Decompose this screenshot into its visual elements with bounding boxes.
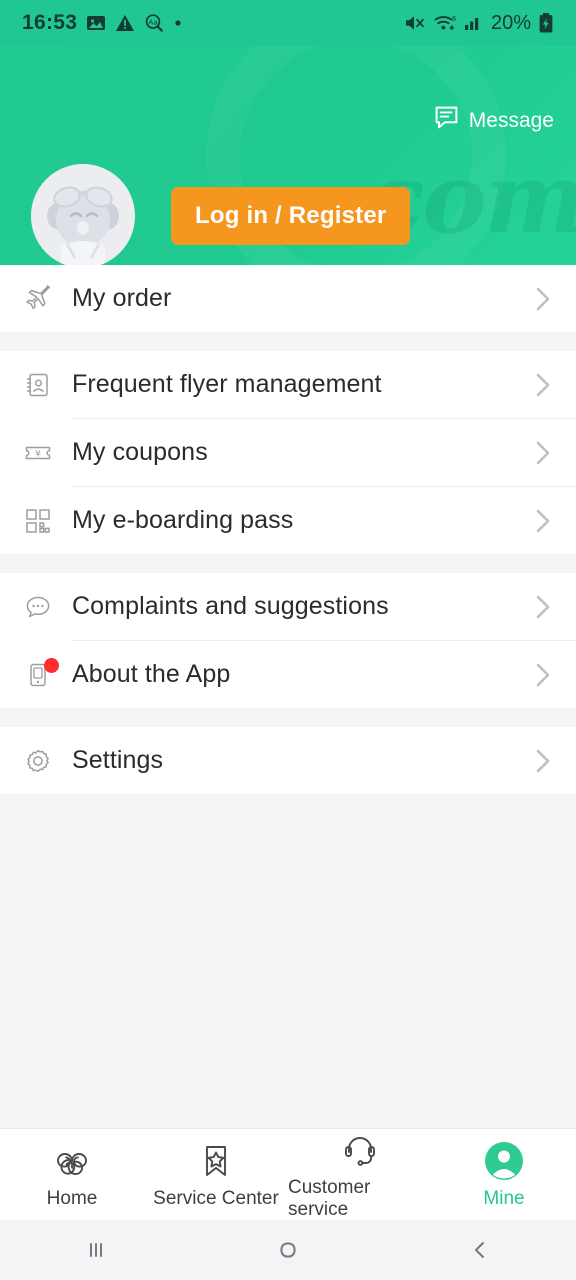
tab-home[interactable]: Home xyxy=(0,1140,144,1210)
coupon-ticket-icon: ¥ xyxy=(20,438,56,468)
chat-bubble-icon xyxy=(20,592,56,622)
airplane-icon xyxy=(20,284,56,314)
home-icon[interactable] xyxy=(192,1234,384,1266)
tab-customer-service[interactable]: Customer service xyxy=(288,1129,432,1221)
chevron-right-icon xyxy=(532,660,554,690)
menu-item-my-coupons[interactable]: ¥ My coupons xyxy=(0,419,576,486)
message-button[interactable]: Message xyxy=(433,104,554,137)
menu-group-settings: Settings xyxy=(0,727,576,794)
menu-item-label: Complaints and suggestions xyxy=(72,592,389,620)
svg-text:6: 6 xyxy=(452,15,456,23)
menu-item-my-order[interactable]: My order xyxy=(0,265,576,332)
chevron-right-icon xyxy=(532,506,554,536)
menu-group-travel: Frequent flyer management ¥ My coupons M… xyxy=(0,351,576,554)
message-label: Message xyxy=(468,108,554,132)
recents-icon[interactable] xyxy=(0,1234,192,1266)
group-separator xyxy=(0,708,576,727)
menu-group-support: Complaints and suggestions About the App xyxy=(0,573,576,708)
chevron-right-icon xyxy=(532,370,554,400)
message-icon xyxy=(433,104,460,137)
tab-label: Customer service xyxy=(288,1176,371,1220)
battery-charging-icon xyxy=(538,12,554,34)
status-bar: 16:53 Aa 6 20% xyxy=(0,0,576,46)
bottom-tab-bar: Home Service Center Customer service Min… xyxy=(0,1128,576,1220)
triple-spiral-icon xyxy=(52,1140,92,1182)
chevron-right-icon xyxy=(532,438,554,468)
app-screen: 16:53 Aa 6 20% .com Message Log in / Reg… xyxy=(0,0,576,1280)
chevron-right-icon xyxy=(532,592,554,622)
cellular-signal-icon xyxy=(464,13,484,33)
chevron-right-icon xyxy=(532,746,554,776)
image-icon xyxy=(86,13,106,33)
back-icon[interactable] xyxy=(384,1234,576,1266)
menu-item-label: My order xyxy=(72,284,172,312)
mute-icon xyxy=(404,13,426,33)
headset-icon xyxy=(340,1129,380,1171)
chevron-right-icon xyxy=(532,284,554,314)
menu-item-label: My e-boarding pass xyxy=(72,506,294,534)
menu-item-frequent-flyer-management[interactable]: Frequent flyer management xyxy=(0,351,576,418)
menu-item-my-e-boarding-pass[interactable]: My e-boarding pass xyxy=(0,487,576,554)
menu-item-label: About the App xyxy=(72,660,231,688)
menu-item-label: Frequent flyer management xyxy=(72,370,382,398)
tab-service-center[interactable]: Service Center xyxy=(144,1140,288,1210)
login-register-button[interactable]: Log in / Register xyxy=(171,187,411,245)
wifi-icon: 6 xyxy=(433,13,457,33)
tab-label: Mine xyxy=(483,1187,525,1209)
svg-text:Aa: Aa xyxy=(149,19,158,27)
tab-label: Home xyxy=(46,1187,98,1209)
profile-row: Log in / Register xyxy=(0,164,576,265)
group-separator xyxy=(0,332,576,351)
dot-icon xyxy=(173,18,183,28)
qr-code-icon xyxy=(20,506,56,536)
avatar[interactable] xyxy=(31,164,135,265)
contact-book-icon xyxy=(20,370,56,400)
bookmark-star-icon xyxy=(196,1140,236,1182)
menu-item-settings[interactable]: Settings xyxy=(0,727,576,794)
android-navigation-bar xyxy=(0,1220,576,1280)
svg-text:¥: ¥ xyxy=(35,449,41,459)
group-separator xyxy=(0,554,576,573)
menu-item-label: Settings xyxy=(72,746,164,774)
warning-icon xyxy=(115,13,135,33)
avatar-illustration xyxy=(31,164,135,265)
tab-label: Service Center xyxy=(153,1187,279,1209)
text-magnifier-icon: Aa xyxy=(144,13,164,33)
user-avatar-icon xyxy=(483,1140,525,1182)
status-bar-left: 16:53 Aa xyxy=(22,11,183,35)
menu-item-about-the-app[interactable]: About the App xyxy=(0,641,576,708)
battery-percent-label: 20% xyxy=(490,11,531,34)
menu-item-complaints-and-suggestions[interactable]: Complaints and suggestions xyxy=(0,573,576,640)
notification-badge-dot xyxy=(44,657,59,673)
status-bar-clock: 16:53 xyxy=(22,11,78,34)
gear-icon xyxy=(20,746,56,776)
menu-list: My order Frequent flyer management ¥ My … xyxy=(0,265,576,1128)
menu-item-label: My coupons xyxy=(72,438,208,466)
mobile-phone-icon xyxy=(20,657,59,690)
status-bar-right: 6 20% xyxy=(404,12,554,35)
profile-header: .com Message Log in / Register xyxy=(0,46,576,265)
tab-mine[interactable]: Mine xyxy=(432,1140,576,1210)
menu-group-orders: My order xyxy=(0,265,576,332)
